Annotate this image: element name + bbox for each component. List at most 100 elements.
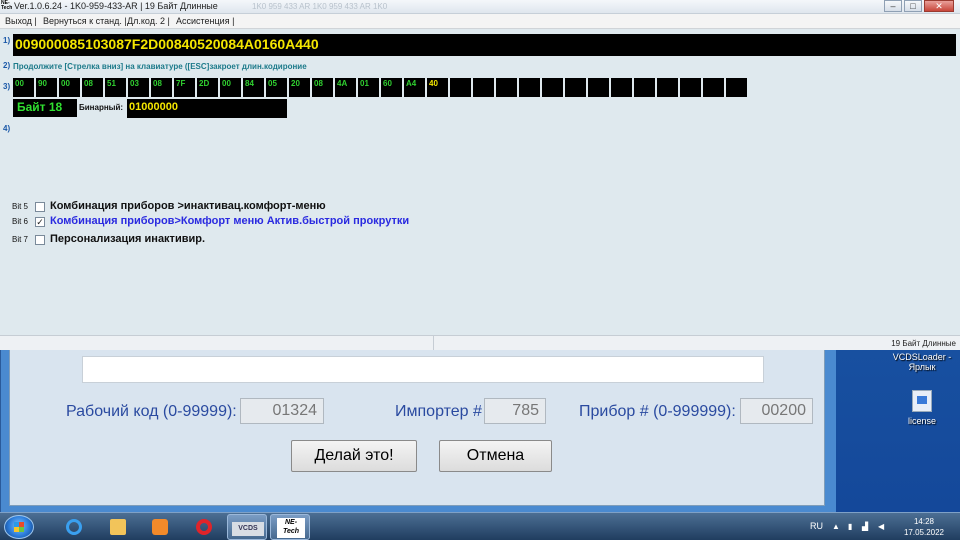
bit-checkbox[interactable] — [35, 202, 45, 212]
byte-cell[interactable]: 7F — [174, 78, 195, 97]
title-ghost-text: 1K0 959 433 AR 1K0 959 433 AR 1K0 — [252, 2, 388, 11]
battery-icon[interactable]: ▮ — [848, 522, 852, 531]
byte-cell[interactable]: 08 — [312, 78, 333, 97]
desktop-icon-label: license — [907, 416, 936, 426]
status-divider — [433, 336, 434, 350]
do-it-button[interactable]: Делай это! — [291, 440, 417, 472]
app-logo: NE-Tech — [1, 0, 13, 11]
byte-cell[interactable] — [634, 78, 655, 97]
byte-cell[interactable]: 00 — [13, 78, 34, 97]
byte-cell[interactable]: 60 — [381, 78, 402, 97]
byte-cell[interactable] — [588, 78, 609, 97]
status-bar: 19 Байт Длинные — [0, 335, 960, 350]
taskbar-vcds[interactable]: VCDS — [227, 514, 267, 540]
language-indicator[interactable]: RU — [810, 521, 823, 531]
clock-date: 17.05.2022 — [903, 528, 945, 537]
section-1-label: 1) — [3, 36, 11, 45]
section-3-label: 3) — [3, 82, 11, 91]
bit-checkbox[interactable]: ✓ — [35, 217, 45, 227]
section-4-label: 4) — [3, 124, 11, 133]
byte-cell[interactable]: 4A — [335, 78, 356, 97]
bit-description: Комбинация приборов >инактивац.комфорт-м… — [50, 200, 326, 212]
byte-cell[interactable] — [680, 78, 701, 97]
system-tray: RU ▲ ▮ ▟ ◀ 14:28 17.05.2022 — [800, 513, 960, 540]
status-text: 19 Байт Длинные — [891, 339, 956, 348]
byte-cell[interactable] — [726, 78, 747, 97]
minimize-button[interactable]: – — [884, 0, 902, 12]
byte-cell[interactable]: 01 — [358, 78, 379, 97]
taskbar: VCDS NE-Tech RU ▲ ▮ ▟ ◀ 14:28 17.05.2022 — [0, 512, 960, 540]
bit-label: Bit 5 — [12, 202, 29, 211]
taskbar-media-player[interactable] — [140, 514, 180, 540]
byte-cell[interactable] — [657, 78, 678, 97]
taskbar-opera[interactable] — [184, 514, 224, 540]
desktop-icon-label: VCDSLoader - Ярлык — [892, 352, 952, 372]
device-field[interactable]: 00200 — [740, 398, 813, 424]
byte-cell[interactable]: 84 — [243, 78, 264, 97]
byte-cell[interactable] — [450, 78, 471, 97]
byte-cell[interactable]: 90 — [36, 78, 57, 97]
byte-cell[interactable]: 08 — [82, 78, 103, 97]
document-icon — [912, 390, 932, 412]
menu-back-to-standard[interactable]: Вернуться к станд. | — [43, 16, 127, 26]
importer-label: Импортер # — [395, 403, 482, 420]
workshop-code-label: Рабочий код (0-99999): — [66, 403, 237, 420]
device-label: Прибор # (0-999999): — [579, 403, 736, 420]
desktop-icon-vcdsloader[interactable]: VCDSLoader - Ярлык — [884, 352, 960, 372]
byte-cell[interactable] — [496, 78, 517, 97]
byte-cell[interactable]: A4 — [404, 78, 425, 97]
network-icon[interactable]: ▟ — [862, 522, 868, 531]
byte-cell[interactable]: 40 — [427, 78, 448, 97]
show-hidden-icons-icon[interactable]: ▲ — [832, 522, 840, 531]
taskbar-internet-explorer[interactable] — [54, 514, 94, 540]
desktop-icon-license[interactable]: license — [896, 390, 948, 426]
byte-cell[interactable]: 08 — [151, 78, 172, 97]
bit-label: Bit 7 — [12, 235, 29, 244]
byte-cell[interactable] — [519, 78, 540, 97]
importer-field[interactable]: 785 — [484, 398, 546, 424]
menu-assistance[interactable]: Ассистенция | — [176, 16, 234, 26]
byte-cell[interactable]: 05 — [266, 78, 287, 97]
byte-cell[interactable] — [611, 78, 632, 97]
bit-description: Персонализация инактивир. — [50, 233, 206, 245]
folder-icon — [110, 519, 126, 535]
coding-text-field[interactable] — [82, 356, 764, 383]
navigation-hint: Продолжите [Стрелка вниз] на клавиатуре … — [13, 62, 307, 71]
selected-byte-label: Байт 18 — [13, 99, 77, 117]
opera-icon — [196, 519, 212, 535]
byte-cell[interactable] — [542, 78, 563, 97]
clock[interactable]: 14:28 17.05.2022 — [896, 516, 952, 538]
byte-cell[interactable] — [565, 78, 586, 97]
volume-icon[interactable]: ◀ — [878, 522, 884, 531]
byte-cell[interactable]: 20 — [289, 78, 310, 97]
start-button[interactable] — [4, 515, 34, 539]
byte-cell[interactable]: 51 — [105, 78, 126, 97]
maximize-button[interactable]: □ — [904, 0, 922, 12]
close-button[interactable]: ✕ — [924, 0, 954, 12]
long-code-string: 009000085103087F2D00840520084A0160A440 — [13, 34, 956, 56]
bit-description: Комбинация приборов>Комфорт меню Актив.б… — [50, 215, 410, 227]
binary-label: Бинарный: — [79, 103, 124, 112]
vcds-icon: VCDS — [232, 522, 264, 536]
cancel-button[interactable]: Отмена — [439, 440, 552, 472]
clock-time: 14:28 — [913, 517, 935, 526]
byte-cell[interactable]: 00 — [220, 78, 241, 97]
taskbar-explorer[interactable] — [98, 514, 138, 540]
bit-checkbox[interactable] — [35, 235, 45, 245]
byte-cell[interactable]: 03 — [128, 78, 149, 97]
byte-cell[interactable]: 00 — [59, 78, 80, 97]
long-coding-window: NE-Tech Ver.1.0.6.24 - 1K0-959-433-AR | … — [0, 0, 960, 350]
section-2-label: 2) — [3, 61, 11, 70]
byte-cell[interactable]: 2D — [197, 78, 218, 97]
window-title: Ver.1.0.6.24 - 1K0-959-433-AR | 19 Байт … — [14, 1, 218, 11]
menu-bar: Выход | Вернуться к станд. | Дл.код. 2 |… — [0, 14, 960, 29]
taskbar-netech[interactable]: NE-Tech — [270, 514, 310, 540]
menu-exit[interactable]: Выход | — [5, 16, 37, 26]
internet-explorer-icon — [66, 519, 82, 535]
netech-icon: NE-Tech — [277, 518, 305, 538]
workshop-code-field[interactable]: 01324 — [240, 398, 324, 424]
byte-cell[interactable] — [703, 78, 724, 97]
media-player-icon — [152, 519, 168, 535]
byte-cell[interactable] — [473, 78, 494, 97]
menu-long-code-2[interactable]: Дл.код. 2 | — [127, 16, 170, 26]
